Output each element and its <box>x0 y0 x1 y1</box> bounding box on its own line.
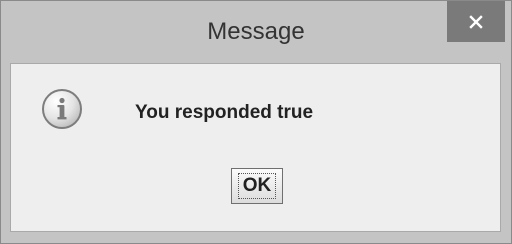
information-icon <box>42 89 82 129</box>
ok-button-label: OK <box>237 173 277 199</box>
dialog-title: Message <box>207 18 305 45</box>
close-icon <box>469 14 483 29</box>
close-button[interactable] <box>447 1 505 42</box>
title-bar[interactable]: Message <box>1 1 511 63</box>
message-dialog: Message You responded true OK <box>0 0 512 244</box>
dialog-content: You responded true OK <box>10 63 501 232</box>
message-text: You responded true <box>135 102 314 123</box>
ok-button[interactable]: OK <box>231 168 283 204</box>
